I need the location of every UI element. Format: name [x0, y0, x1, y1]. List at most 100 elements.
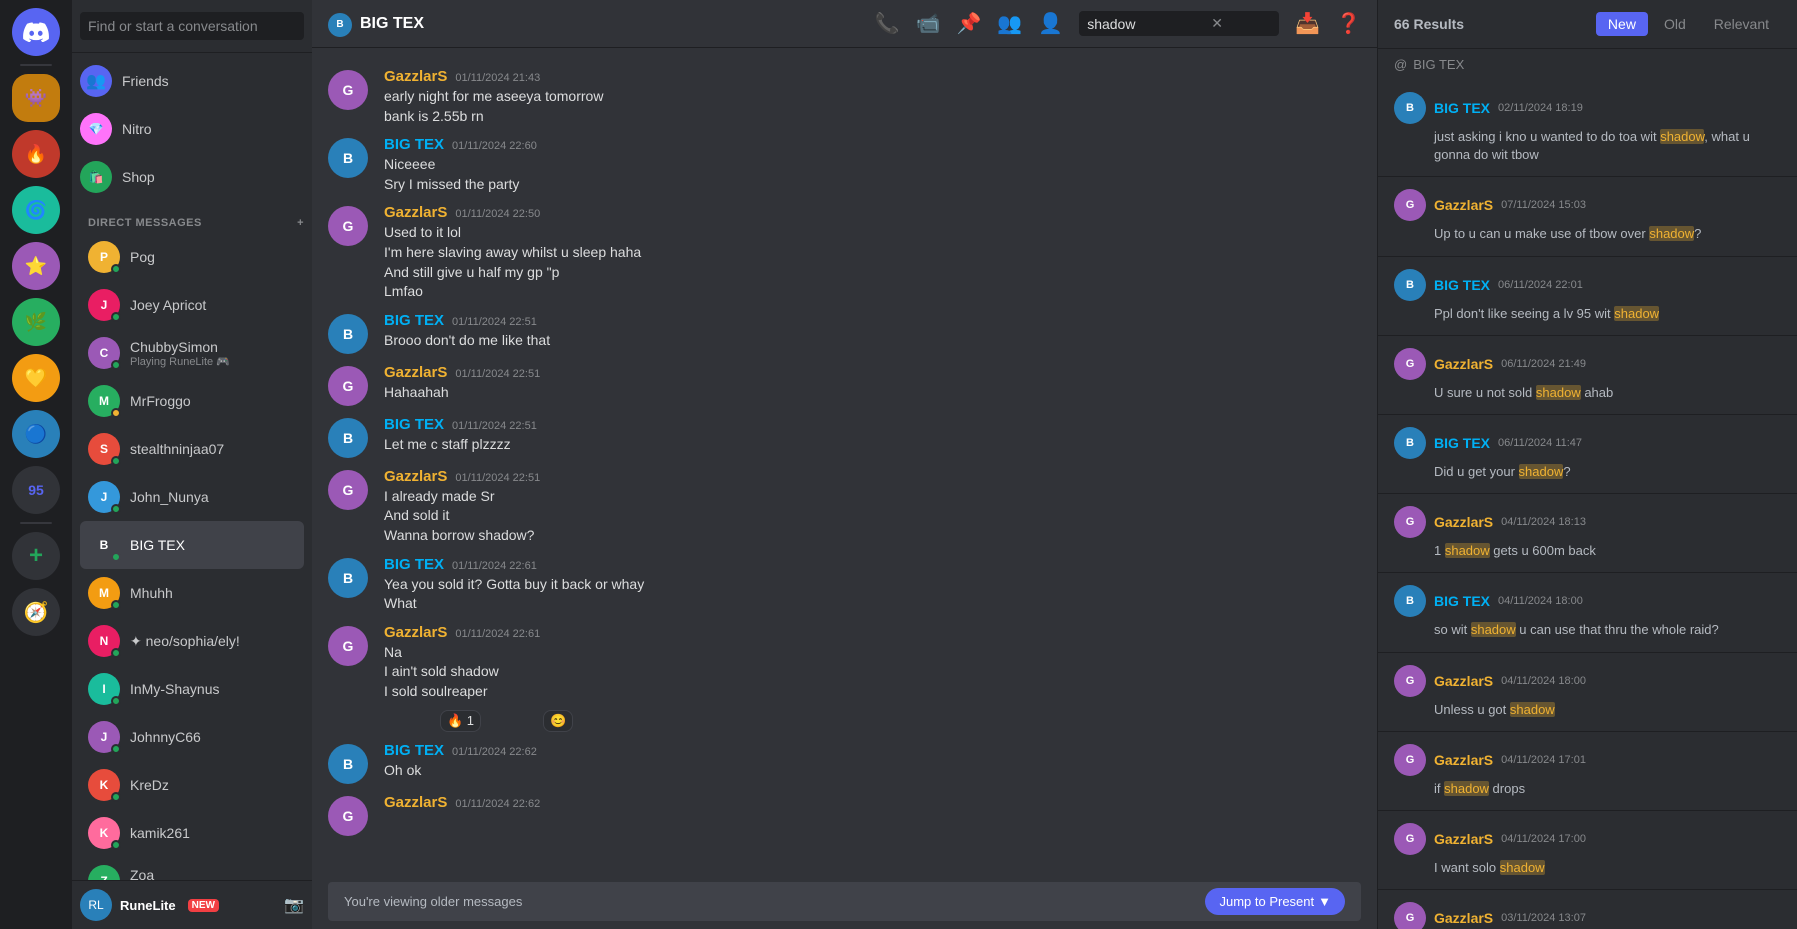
sr-timestamp: 04/11/2024 18:13	[1501, 516, 1586, 528]
messages-area[interactable]: G GazzlarS 01/11/2024 21:43 early night …	[312, 48, 1377, 882]
help-icon[interactable]: ❓	[1336, 11, 1361, 36]
dm-item-bigtex[interactable]: B BIG TEX	[80, 521, 304, 569]
tab-old[interactable]: Old	[1652, 12, 1698, 36]
message-text: Brooo don't do me like that	[384, 331, 1361, 351]
jump-to-present-button[interactable]: Jump to Present ▼	[1205, 888, 1345, 915]
search-clear-icon[interactable]: ✕	[1211, 15, 1223, 32]
dm-item-neo[interactable]: N ✦ neo/sophia/ely!	[80, 617, 304, 665]
sr-message-text: if shadow drops	[1394, 780, 1781, 798]
list-item[interactable]: G GazzlarS 04/11/2024 18:13 1 shadow get…	[1378, 494, 1797, 573]
list-item[interactable]: G GazzlarS 04/11/2024 17:00 I want solo …	[1378, 811, 1797, 890]
sr-message-text: Ppl don't like seeing a lv 95 wit shadow	[1394, 305, 1781, 323]
results-count: 66 Results	[1394, 16, 1464, 32]
dm-item-kamik[interactable]: K kamik261	[80, 809, 304, 857]
sidebar-item-shop[interactable]: 🛍️ Shop	[72, 153, 312, 201]
server-icon-num[interactable]: 95	[12, 466, 60, 514]
message-text: Yea you sold it? Gotta buy it back or wh…	[384, 575, 1361, 595]
server-sidebar: 👾 🔥 🌀 ⭐ 🌿 💛 🔵 95 + 🧭	[0, 0, 72, 929]
dm-item-froggo[interactable]: M MrFroggo	[80, 377, 304, 425]
sr-message-text: Unless u got shadow	[1394, 701, 1781, 719]
dm-section-label: DIRECT MESSAGES	[88, 217, 202, 229]
user-profile-icon[interactable]: 👤	[1038, 11, 1063, 36]
dm-item-zoa[interactable]: Z Zoa Playing RuneLite 🎮	[80, 857, 304, 880]
inbox-icon[interactable]: 📥	[1295, 11, 1320, 36]
tab-relevant[interactable]: Relevant	[1702, 12, 1781, 36]
message-text: And sold it	[384, 506, 1361, 526]
message-text: Sry I missed the party	[384, 175, 1361, 195]
dm-item-mhuhh[interactable]: M Mhuhh	[80, 569, 304, 617]
dm-item-stealth[interactable]: S stealthninjaa07	[80, 425, 304, 473]
dm-item-chubby[interactable]: C ChubbySimon Playing RuneLite 🎮	[80, 329, 304, 377]
footer-avatar: RL	[80, 889, 112, 921]
list-item[interactable]: B BIG TEX 02/11/2024 18:19 just asking i…	[1378, 80, 1797, 177]
message-text: I already made Sr	[384, 487, 1361, 507]
server-icon-1[interactable]: 👾	[12, 74, 60, 122]
list-item[interactable]: B BIG TEX 04/11/2024 18:00 so wit shadow…	[1378, 573, 1797, 652]
server-icon-3[interactable]: 🌀	[12, 186, 60, 234]
sr-timestamp: 04/11/2024 17:01	[1501, 754, 1586, 766]
list-item[interactable]: B BIG TEX 06/11/2024 22:01 Ppl don't lik…	[1378, 257, 1797, 336]
sidebar-item-nitro[interactable]: 💎 Nitro	[72, 105, 312, 153]
server-icon-7[interactable]: 🔵	[12, 410, 60, 458]
pin-icon[interactable]: 📌	[956, 11, 981, 36]
server-divider-2	[20, 522, 52, 524]
reaction-fire[interactable]: 🔥 1	[440, 710, 481, 732]
call-icon[interactable]: 📞	[875, 11, 900, 36]
sr-avatar: G	[1394, 348, 1426, 380]
list-item[interactable]: G GazzlarS 04/11/2024 18:00 Unless u got…	[1378, 653, 1797, 732]
server-icon-2[interactable]: 🔥	[12, 130, 60, 178]
message-text: I sold soulreaper	[384, 682, 1361, 702]
joey-name: Joey Apricot	[130, 297, 296, 313]
add-dm-button[interactable]: +	[297, 218, 304, 229]
sr-avatar: G	[1394, 823, 1426, 855]
add-friend-icon[interactable]: 👥	[997, 11, 1022, 36]
dm-section-header: DIRECT MESSAGES +	[72, 201, 312, 233]
avatar: B	[328, 558, 368, 598]
reaction-extra[interactable]: 😊	[543, 710, 573, 732]
dm-item-kredz[interactable]: K KreDz	[80, 761, 304, 809]
list-item[interactable]: G GazzlarS 07/11/2024 15:03 Up to u can …	[1378, 177, 1797, 256]
table-row: G GazzlarS 01/11/2024 22:51 Hahaahah	[312, 360, 1377, 410]
dm-item-johnnyc[interactable]: J JohnnyC66	[80, 713, 304, 761]
search-input[interactable]	[80, 12, 304, 40]
dm-item-john[interactable]: J John_Nunya	[80, 473, 304, 521]
message-username: GazzlarS	[384, 468, 447, 485]
john-name: John_Nunya	[130, 489, 296, 505]
chat-header: B BIG TEX 📞 📹 📌 👥 👤 ✕ 📥 ❓	[312, 0, 1377, 48]
dm-item-joey[interactable]: J Joey Apricot	[80, 281, 304, 329]
message-text: Let me c staff plzzzz	[384, 435, 1361, 455]
discord-home-button[interactable]	[12, 8, 60, 56]
message-timestamp: 01/11/2024 22:61	[452, 560, 537, 572]
message-username: GazzlarS	[384, 624, 447, 641]
dm-item-shaynus[interactable]: I InMy-Shaynus	[80, 665, 304, 713]
sr-avatar: B	[1394, 92, 1426, 124]
sr-timestamp: 06/11/2024 22:01	[1498, 279, 1583, 291]
message-username: GazzlarS	[384, 794, 447, 811]
list-item[interactable]: G GazzlarS 04/11/2024 17:01 if shadow dr…	[1378, 732, 1797, 811]
sr-timestamp: 06/11/2024 11:47	[1498, 437, 1582, 449]
context-at: @	[1394, 57, 1407, 72]
mhuhh-name: Mhuhh	[130, 585, 296, 601]
kredz-name: KreDz	[130, 777, 296, 793]
list-item[interactable]: B BIG TEX 06/11/2024 11:47 Did u get you…	[1378, 415, 1797, 494]
bigtex-name: BIG TEX	[130, 537, 296, 553]
explore-button[interactable]: 🧭	[12, 588, 60, 636]
video-icon[interactable]: 📹	[916, 11, 941, 36]
message-text: bank is 2.55b rn	[384, 107, 1361, 127]
sr-timestamp: 03/11/2024 13:07	[1501, 912, 1586, 924]
list-item[interactable]: G GazzlarS 06/11/2024 21:49 U sure u not…	[1378, 336, 1797, 415]
message-text: Wanna borrow shadow?	[384, 526, 1361, 546]
shaynus-name: InMy-Shaynus	[130, 681, 296, 697]
server-icon-4[interactable]: ⭐	[12, 242, 60, 290]
search-input-header[interactable]	[1087, 16, 1207, 32]
server-icon-6[interactable]: 💛	[12, 354, 60, 402]
dm-item-pog[interactable]: P Pog	[80, 233, 304, 281]
add-server-button[interactable]: +	[12, 532, 60, 580]
server-icon-5[interactable]: 🌿	[12, 298, 60, 346]
channel-name: BIG TEX	[360, 15, 424, 33]
message-text: Niceeee	[384, 155, 1361, 175]
avatar: B	[328, 744, 368, 784]
list-item[interactable]: G GazzlarS 03/11/2024 13:07 So u can hav…	[1378, 890, 1797, 929]
tab-new[interactable]: New	[1596, 12, 1648, 36]
sidebar-item-friends[interactable]: 👥 Friends	[72, 57, 312, 105]
